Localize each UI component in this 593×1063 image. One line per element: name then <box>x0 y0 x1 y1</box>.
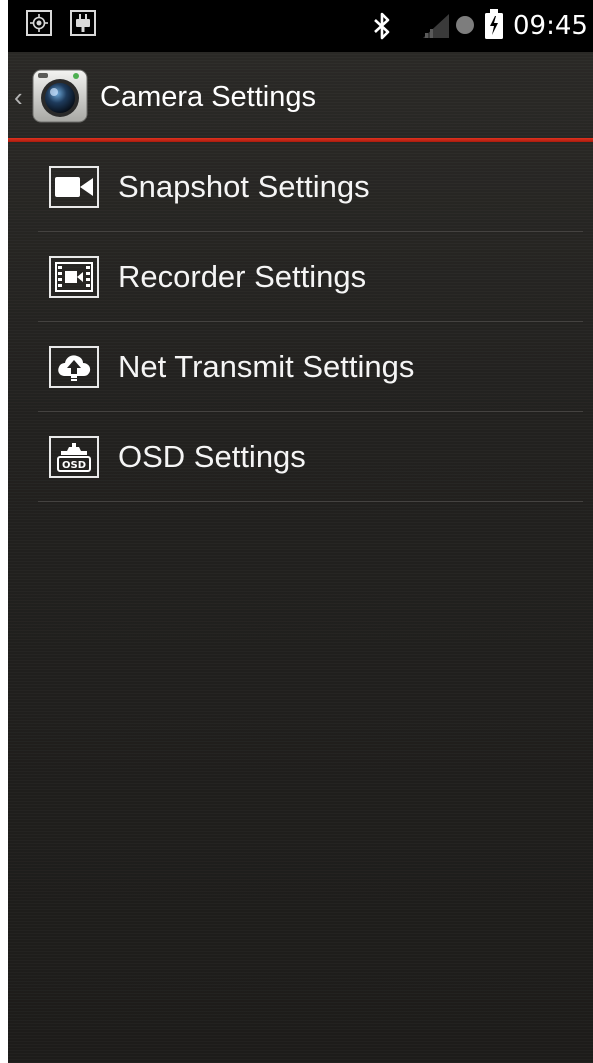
item-label: Recorder Settings <box>118 259 367 294</box>
osd-icon-text: OSD <box>62 460 86 471</box>
bluetooth-icon <box>372 12 392 45</box>
status-time: 09:45 <box>513 11 588 41</box>
settings-list: Snapshot Settings Recorder Settings Net … <box>8 142 593 502</box>
list-item-snapshot-settings[interactable]: Snapshot Settings <box>8 142 593 232</box>
osd-icon: OSD <box>49 436 99 478</box>
action-bar: ‹ Camera Settings <box>8 52 593 138</box>
screen: 09:45 ‹ Camera Settings Snapshot Setting… <box>8 0 593 1063</box>
item-label: OSD Settings <box>118 439 306 474</box>
list-item-net-transmit-settings[interactable]: Net Transmit Settings <box>8 322 593 412</box>
signal-icon <box>423 14 449 43</box>
film-recorder-icon <box>49 256 99 298</box>
item-label: Snapshot Settings <box>118 169 370 204</box>
list-item-recorder-settings[interactable]: Recorder Settings <box>8 232 593 322</box>
page-title: Camera Settings <box>100 81 316 113</box>
usb-icon <box>70 10 96 36</box>
camera-app-icon[interactable] <box>32 66 88 124</box>
gps-icon <box>26 10 52 36</box>
back-button[interactable]: ‹ <box>14 84 23 110</box>
status-bar: 09:45 <box>8 0 593 52</box>
record-dot-icon <box>456 16 474 34</box>
cloud-upload-icon <box>49 346 99 388</box>
list-item-osd-settings[interactable]: OSD OSD Settings <box>8 412 593 502</box>
video-camera-icon <box>49 166 99 208</box>
divider <box>38 501 583 502</box>
battery-icon <box>484 9 504 44</box>
item-label: Net Transmit Settings <box>118 349 415 384</box>
